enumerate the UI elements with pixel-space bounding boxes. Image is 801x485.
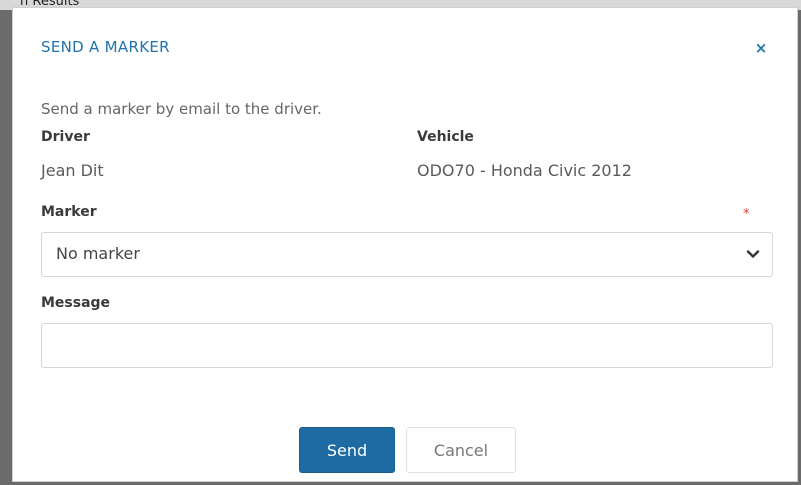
dialog-intro-text: Send a marker by email to the driver. — [41, 100, 322, 118]
close-icon: × — [754, 39, 768, 57]
marker-select[interactable]: No marker — [41, 232, 773, 277]
required-indicator: * — [743, 207, 750, 222]
send-button[interactable]: Send — [299, 427, 395, 473]
close-button[interactable]: × — [751, 38, 771, 58]
dialog-title: SEND A MARKER — [41, 38, 170, 56]
cancel-button[interactable]: Cancel — [406, 427, 516, 473]
send-marker-dialog: SEND A MARKER × Send a marker by email t… — [12, 7, 798, 482]
marker-label: Marker — [41, 204, 97, 220]
driver-value: Jean Dit — [41, 161, 104, 180]
message-input[interactable] — [41, 323, 773, 368]
vehicle-label: Vehicle — [417, 129, 474, 145]
chevron-down-icon — [746, 250, 760, 258]
message-label: Message — [41, 295, 111, 311]
vehicle-value: ODO70 - Honda Civic 2012 — [417, 161, 632, 180]
driver-label: Driver — [41, 129, 90, 145]
marker-select-value: No marker — [56, 244, 140, 263]
